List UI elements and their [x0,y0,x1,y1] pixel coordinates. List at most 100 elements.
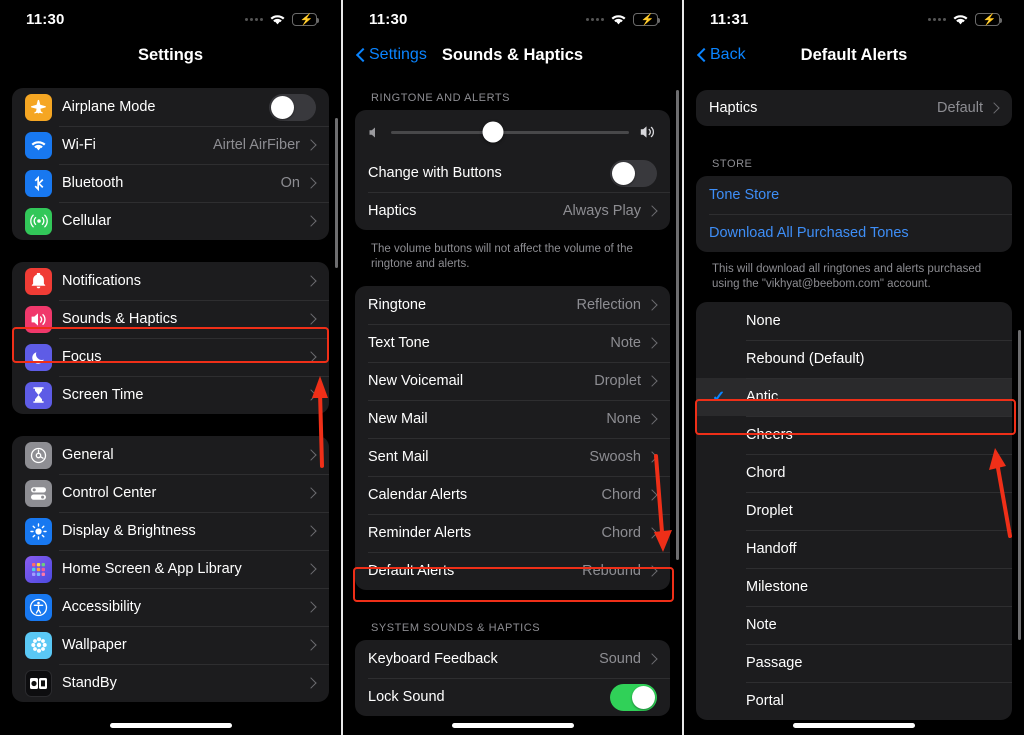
row-label: Keyboard Feedback [368,651,498,667]
change-with-buttons-row[interactable]: Change with Buttons [355,154,670,192]
sidebar-item-display-brightness[interactable]: Display & Brightness [12,512,329,550]
row-new-mail[interactable]: New Mail None [355,400,670,438]
ringtone-volume-slider-row[interactable] [355,110,670,154]
row-label: Bluetooth [62,175,124,191]
row-calendar-alerts[interactable]: Calendar Alerts Chord [355,476,670,514]
tone-item-chord[interactable]: Chord [696,454,1012,492]
sidebar-item-standby[interactable]: StandBy [12,664,329,702]
settings-group-notifications: Notifications Sounds & Haptics Focus Scr… [12,262,329,414]
tone-item-rebound-default[interactable]: Rebound (Default) [696,340,1012,378]
sidebar-item-sounds-haptics[interactable]: Sounds & Haptics [12,300,329,338]
sidebar-item-screen-time[interactable]: Screen Time [12,376,329,414]
row-value: Note [610,335,641,351]
chevron-right-icon [648,377,656,385]
lock-sound-toggle[interactable] [610,683,657,711]
tone-item-note[interactable]: Note [696,606,1012,644]
page-title: Default Alerts [800,45,908,64]
row-lock-sound[interactable]: Lock Sound [355,678,670,716]
row-label: Wallpaper [62,637,127,653]
tone-label: Rebound (Default) [746,351,865,367]
sidebar-item-notifications[interactable]: Notifications [12,262,329,300]
status-clock: 11:30 [369,10,408,28]
tone-label: Handoff [746,541,797,557]
home-indicator [451,723,574,728]
sidebar-item-airplane-mode[interactable]: Airplane Mode [12,88,329,126]
section-header-store: STORE [712,158,753,170]
cellular-dots-icon [245,17,263,21]
accessibility-icon [25,593,52,621]
chevron-right-icon [307,277,315,285]
slider-track[interactable] [391,121,629,143]
sidebar-item-general[interactable]: General [12,436,329,474]
row-value: Chord [601,525,642,541]
sidebar-item-control-center[interactable]: Control Center [12,474,329,512]
chevron-right-icon [307,391,315,399]
row-default-alerts[interactable]: Default Alerts Rebound [355,552,670,590]
brightness-icon [25,517,52,545]
default-alerts-list: Haptics Default STORE Tone Store Downloa… [684,76,1024,720]
sidebar-item-wifi[interactable]: Wi-Fi Airtel AirFiber [12,126,329,164]
status-bar: 11:30 ⚡ [0,0,341,34]
scrollbar-vertical[interactable] [1018,330,1021,640]
sidebar-item-bluetooth[interactable]: Bluetooth On [12,164,329,202]
chevron-right-icon [307,565,315,573]
airplane-icon [25,93,52,121]
row-label: Ringtone [368,297,427,313]
row-haptics[interactable]: Haptics Default [696,90,1012,126]
chevron-right-icon [307,489,315,497]
scrollbar-vertical[interactable] [335,118,338,268]
section-header-ringtone-alerts: RINGTONE AND ALERTS [371,92,511,104]
row-keyboard-feedback[interactable]: Keyboard Feedback Sound [355,640,670,678]
row-label: New Mail [368,411,428,427]
row-ringtone[interactable]: Ringtone Reflection [355,286,670,324]
haptics-row[interactable]: Haptics Always Play [355,192,670,230]
tone-item-passage[interactable]: Passage [696,644,1012,682]
change-with-buttons-toggle[interactable] [610,159,657,187]
chevron-right-icon [307,527,315,535]
tone-item-droplet[interactable]: Droplet [696,492,1012,530]
speaker-low-icon [368,126,381,139]
back-button-label: Back [710,46,746,63]
panel-default-alerts: 11:31 ⚡ Back Default Alerts Haptics Defa… [682,0,1024,735]
checkmark-icon: ✓ [712,389,726,406]
row-reminder-alerts[interactable]: Reminder Alerts Chord [355,514,670,552]
back-button[interactable]: Settings [356,46,427,64]
tone-item-antic[interactable]: ✓ Antic [696,378,1012,416]
chevron-right-icon [307,451,315,459]
download-all-purchased-tones-link[interactable]: Download All Purchased Tones [709,225,909,241]
status-clock: 11:30 [26,10,65,28]
row-sent-mail[interactable]: Sent Mail Swoosh [355,438,670,476]
row-download-all-purchased-tones[interactable]: Download All Purchased Tones [696,214,1012,252]
standby-icon [25,669,52,697]
tone-store-link[interactable]: Tone Store [709,187,779,203]
store-footer-note: This will download all ringtones and ale… [712,263,982,290]
group-tones: Ringtone Reflection Text Tone Note New V… [355,286,670,590]
airplane-mode-toggle[interactable] [269,93,316,121]
chevron-right-icon [307,603,315,611]
row-new-voicemail[interactable]: New Voicemail Droplet [355,362,670,400]
tone-item-none[interactable]: None [696,302,1012,340]
scrollbar-vertical[interactable] [676,90,679,560]
sidebar-item-accessibility[interactable]: Accessibility [12,588,329,626]
row-text-tone[interactable]: Text Tone Note [355,324,670,362]
tone-label: Milestone [746,579,809,595]
sidebar-item-home-screen-app-library[interactable]: Home Screen & App Library [12,550,329,588]
back-button[interactable]: Back [697,46,746,64]
slider-knob[interactable] [482,121,504,143]
tone-item-cheers[interactable]: Cheers [696,416,1012,454]
nav-bar-settings: Settings [0,34,341,76]
tone-item-handoff[interactable]: Handoff [696,530,1012,568]
sidebar-item-cellular[interactable]: Cellular [12,202,329,240]
sidebar-item-wallpaper[interactable]: Wallpaper [12,626,329,664]
row-label: New Voicemail [368,373,464,389]
sidebar-item-focus[interactable]: Focus [12,338,329,376]
chevron-left-icon [697,47,707,64]
row-label: Home Screen & App Library [62,561,242,577]
back-button-label: Settings [369,46,427,63]
row-tone-store[interactable]: Tone Store [696,176,1012,214]
chevron-right-icon [648,207,656,215]
tone-item-milestone[interactable]: Milestone [696,568,1012,606]
tone-item-portal[interactable]: Portal [696,682,1012,720]
row-label: Sent Mail [368,449,429,465]
chevron-right-icon [990,104,998,112]
